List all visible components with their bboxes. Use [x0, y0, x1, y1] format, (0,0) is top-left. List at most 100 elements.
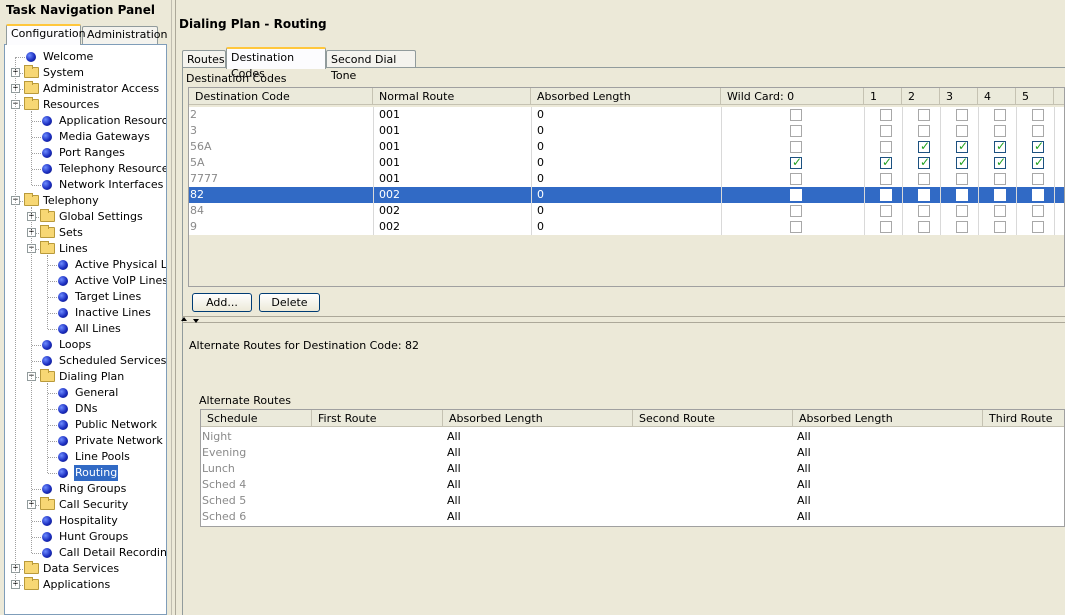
- wildcard-checkbox[interactable]: [918, 205, 930, 217]
- column-header[interactable]: 1: [864, 88, 902, 105]
- wildcard-checkbox[interactable]: [790, 155, 802, 169]
- tree-item[interactable]: Target Lines: [5, 289, 166, 305]
- tree-item[interactable]: Scheduled Services: [5, 353, 166, 369]
- tree-item[interactable]: + Administrator Access: [5, 81, 166, 97]
- wildcard-checkbox[interactable]: [1032, 109, 1044, 121]
- tree-item[interactable]: Telephony Resources: [5, 161, 166, 177]
- nav-tree[interactable]: Welcome + System + Administrator Access − Reso…: [4, 44, 167, 615]
- tree-item[interactable]: Line Pools: [5, 449, 166, 465]
- wildcard-checkbox[interactable]: [1032, 125, 1044, 137]
- wildcard-checkbox[interactable]: [880, 141, 892, 153]
- tab-routes[interactable]: Routes: [182, 50, 226, 68]
- collapse-up-icon[interactable]: [181, 317, 187, 321]
- wildcard-checkbox[interactable]: [994, 189, 1006, 201]
- table-row[interactable]: Lunch All All: [201, 461, 1064, 477]
- wildcard-checkbox[interactable]: [880, 221, 892, 233]
- column-header[interactable]: Absorbed Length: [443, 410, 633, 427]
- tree-item[interactable]: Private Network: [5, 433, 166, 449]
- tree-item[interactable]: Welcome: [5, 49, 166, 65]
- tree-item[interactable]: + Call Security: [5, 497, 166, 513]
- column-header[interactable]: 2: [902, 88, 940, 105]
- column-header[interactable]: Wild Card: 0: [721, 88, 864, 105]
- table-row[interactable]: Sched 4 All All: [201, 477, 1064, 493]
- wildcard-checkbox[interactable]: [994, 173, 1006, 185]
- tab-second-dial-tone[interactable]: Second Dial Tone: [326, 50, 416, 82]
- tab-destination-codes[interactable]: Destination Codes: [226, 47, 326, 80]
- tree-item[interactable]: General: [5, 385, 166, 401]
- wildcard-checkbox[interactable]: [918, 125, 930, 137]
- tab-configuration[interactable]: Configuration: [6, 24, 86, 45]
- wildcard-checkbox[interactable]: [956, 173, 968, 185]
- column-header[interactable]: First Route: [312, 410, 443, 427]
- wildcard-checkbox[interactable]: [918, 189, 930, 201]
- column-header[interactable]: Normal Route: [373, 88, 531, 105]
- tree-item[interactable]: DNs: [5, 401, 166, 417]
- wildcard-checkbox[interactable]: [918, 109, 930, 121]
- table-row[interactable]: 3 001 0: [189, 123, 1064, 139]
- tree-item[interactable]: − Telephony: [5, 193, 166, 209]
- column-header[interactable]: 5: [1016, 88, 1054, 105]
- wildcard-checkbox[interactable]: [918, 155, 930, 169]
- tree-item[interactable]: + Global Settings: [5, 209, 166, 225]
- table-row[interactable]: 7777 001 0: [189, 171, 1064, 187]
- column-header[interactable]: 3: [940, 88, 978, 105]
- add-button[interactable]: Add...: [192, 293, 252, 312]
- tree-item[interactable]: Hunt Groups: [5, 529, 166, 545]
- table-row[interactable]: 5A 001 0: [189, 155, 1064, 171]
- wildcard-checkbox[interactable]: [956, 139, 968, 153]
- tree-item[interactable]: All Lines: [5, 321, 166, 337]
- wildcard-checkbox[interactable]: [918, 139, 930, 153]
- tree-item[interactable]: Call Detail Recording: [5, 545, 166, 561]
- tree-item[interactable]: + Data Services: [5, 561, 166, 577]
- tree-item[interactable]: Inactive Lines: [5, 305, 166, 321]
- table-row[interactable]: Sched 6 All All: [201, 509, 1064, 525]
- wildcard-checkbox[interactable]: [790, 221, 802, 233]
- tree-item[interactable]: Routing: [5, 465, 166, 481]
- table-row[interactable]: Night All All: [201, 429, 1064, 445]
- wildcard-checkbox[interactable]: [880, 173, 892, 185]
- wildcard-checkbox[interactable]: [994, 205, 1006, 217]
- tree-item[interactable]: + Sets: [5, 225, 166, 241]
- wildcard-checkbox[interactable]: [918, 221, 930, 233]
- wildcard-checkbox[interactable]: [956, 125, 968, 137]
- table-row[interactable]: 2 001 0: [189, 107, 1064, 123]
- tree-item[interactable]: Hospitality: [5, 513, 166, 529]
- wildcard-checkbox[interactable]: [790, 141, 802, 153]
- table-row[interactable]: 56A 001 0: [189, 139, 1064, 155]
- wildcard-checkbox[interactable]: [956, 221, 968, 233]
- wildcard-checkbox[interactable]: [1032, 155, 1044, 169]
- tree-item[interactable]: Active Physical Lin: [5, 257, 166, 273]
- tree-item[interactable]: Ring Groups: [5, 481, 166, 497]
- tree-item[interactable]: Public Network: [5, 417, 166, 433]
- tree-item[interactable]: − Dialing Plan: [5, 369, 166, 385]
- wildcard-checkbox[interactable]: [880, 125, 892, 137]
- table-row[interactable]: Sched 5 All All: [201, 493, 1064, 509]
- tree-item[interactable]: + System: [5, 65, 166, 81]
- wildcard-checkbox[interactable]: [1032, 221, 1044, 233]
- wildcard-checkbox[interactable]: [790, 189, 802, 201]
- wildcard-checkbox[interactable]: [956, 109, 968, 121]
- tree-item[interactable]: Network Interfaces: [5, 177, 166, 193]
- wildcard-checkbox[interactable]: [994, 109, 1006, 121]
- column-header[interactable]: 4: [978, 88, 1016, 105]
- wildcard-checkbox[interactable]: [1032, 173, 1044, 185]
- wildcard-checkbox[interactable]: [880, 109, 892, 121]
- wildcard-checkbox[interactable]: [994, 125, 1006, 137]
- tree-item[interactable]: − Resources: [5, 97, 166, 113]
- tree-item[interactable]: Media Gateways: [5, 129, 166, 145]
- delete-button[interactable]: Delete: [259, 293, 320, 312]
- tree-item[interactable]: − Lines: [5, 241, 166, 257]
- collapse-down-icon[interactable]: [193, 319, 199, 323]
- wildcard-checkbox[interactable]: [994, 221, 1006, 233]
- wildcard-checkbox[interactable]: [956, 189, 968, 201]
- tree-item[interactable]: Active VoIP Lines: [5, 273, 166, 289]
- wildcard-checkbox[interactable]: [790, 109, 802, 121]
- wildcard-checkbox[interactable]: [880, 189, 892, 201]
- table-row[interactable]: Evening All All: [201, 445, 1064, 461]
- column-header[interactable]: Destination Code: [189, 88, 373, 105]
- table-row[interactable]: 84 002 0: [189, 203, 1064, 219]
- column-header[interactable]: Schedule: [201, 410, 312, 427]
- column-header[interactable]: Absorbed Length: [531, 88, 721, 105]
- wildcard-checkbox[interactable]: [956, 155, 968, 169]
- column-header[interactable]: Second Route: [633, 410, 793, 427]
